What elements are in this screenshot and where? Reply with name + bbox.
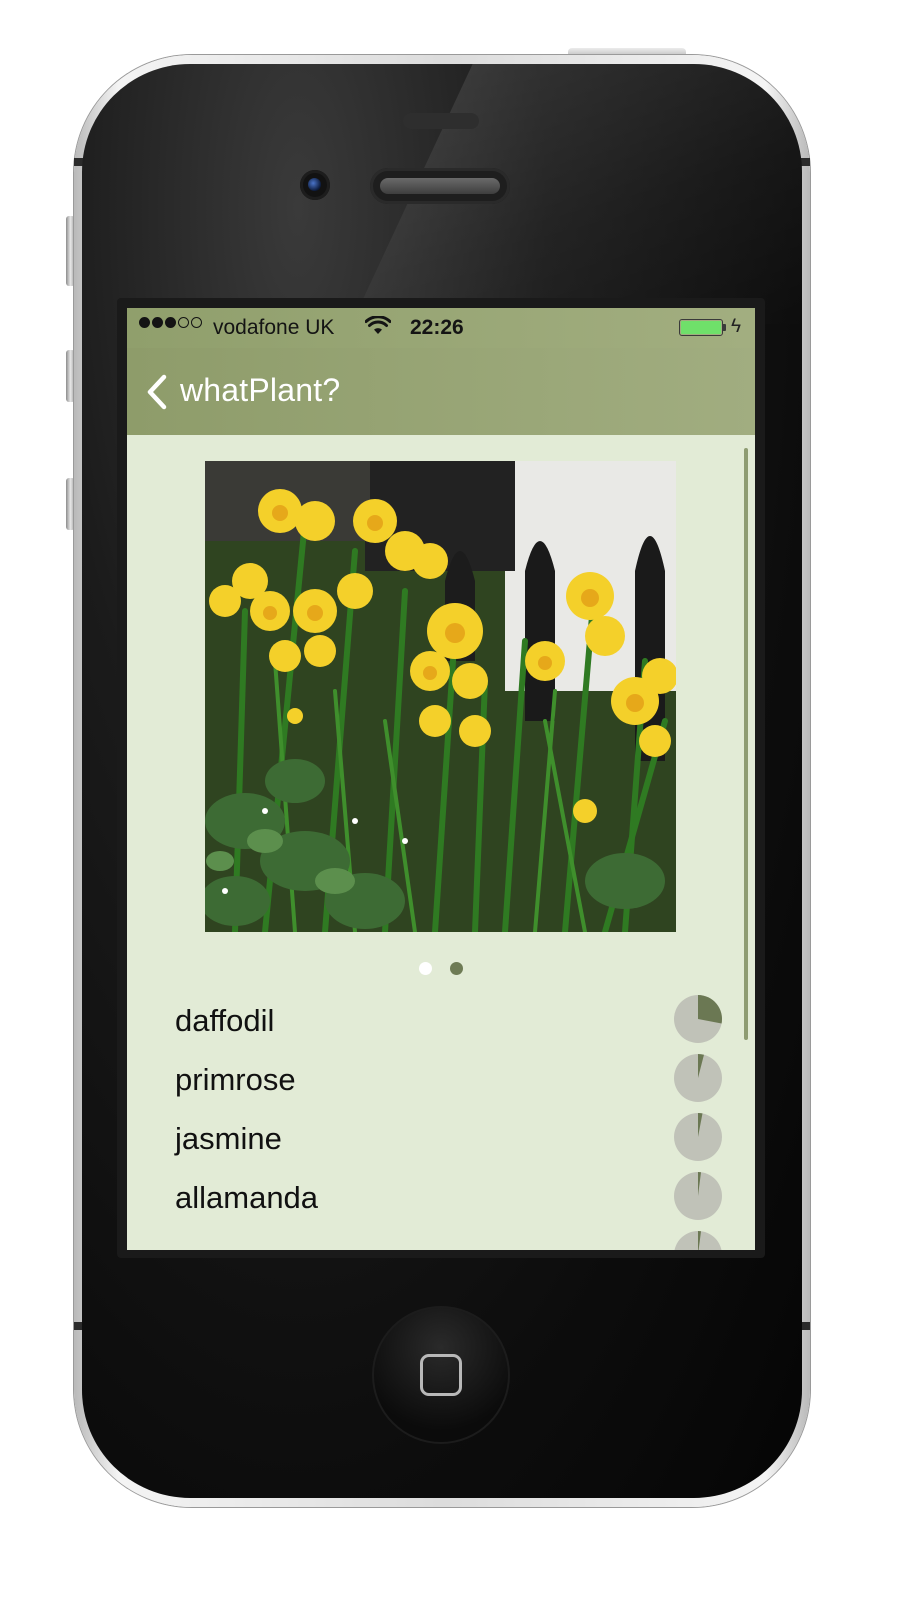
status-bar: vodafone UK 22:26 ϟ (127, 308, 755, 348)
result-row[interactable]: jasmine (127, 1106, 755, 1165)
carrier-name: vodafone UK (213, 316, 335, 339)
signal-dot (165, 317, 176, 328)
wifi-icon (365, 316, 391, 334)
home-square-icon (420, 1354, 462, 1396)
confidence-pie-icon (674, 1054, 722, 1102)
proximity-sensor (403, 113, 479, 129)
battery-tip (723, 324, 726, 331)
confidence-pie-icon (674, 1231, 722, 1250)
result-row[interactable] (127, 1224, 755, 1250)
signal-dot (139, 317, 150, 328)
signal-dot (152, 317, 163, 328)
app-screen: vodafone UK 22:26 ϟ whatPlant? daffodil … (127, 308, 755, 1250)
daffodil-photo-illustration (205, 461, 676, 932)
device-frame: vodafone UK 22:26 ϟ whatPlant? daffodil … (0, 0, 900, 1600)
status-time: 22:26 (410, 316, 464, 339)
back-chevron-icon[interactable] (145, 372, 169, 412)
page-control[interactable] (127, 962, 755, 975)
camera-lens (308, 178, 321, 191)
result-row[interactable]: primrose (127, 1047, 755, 1106)
signal-dot (191, 317, 202, 328)
battery-icon (679, 319, 723, 336)
page-dot[interactable] (450, 962, 463, 975)
navigation-bar: whatPlant? (127, 348, 755, 435)
result-row[interactable]: allamanda (127, 1165, 755, 1224)
signal-strength-icon (139, 317, 202, 328)
result-name: jasmine (175, 1121, 282, 1156)
charging-bolt-icon: ϟ (731, 316, 742, 337)
results-list: daffodil primrose jasmine allamanda (127, 988, 755, 1250)
plant-photo[interactable] (205, 461, 676, 932)
result-name: primrose (175, 1062, 296, 1097)
home-button[interactable] (372, 1306, 510, 1444)
pie-wedge (698, 995, 722, 1024)
confidence-pie-icon (674, 995, 722, 1043)
result-name: allamanda (175, 1180, 319, 1215)
battery-level (681, 321, 721, 334)
confidence-pie-icon (674, 1172, 722, 1220)
confidence-pie-icon (674, 1113, 722, 1161)
page-dot[interactable] (419, 962, 432, 975)
earpiece-grill (380, 178, 500, 194)
signal-dot (178, 317, 189, 328)
scrollbar[interactable] (744, 448, 748, 1040)
result-row[interactable]: daffodil (127, 988, 755, 1047)
nav-title[interactable]: whatPlant? (180, 372, 340, 409)
result-name: daffodil (175, 1003, 275, 1038)
